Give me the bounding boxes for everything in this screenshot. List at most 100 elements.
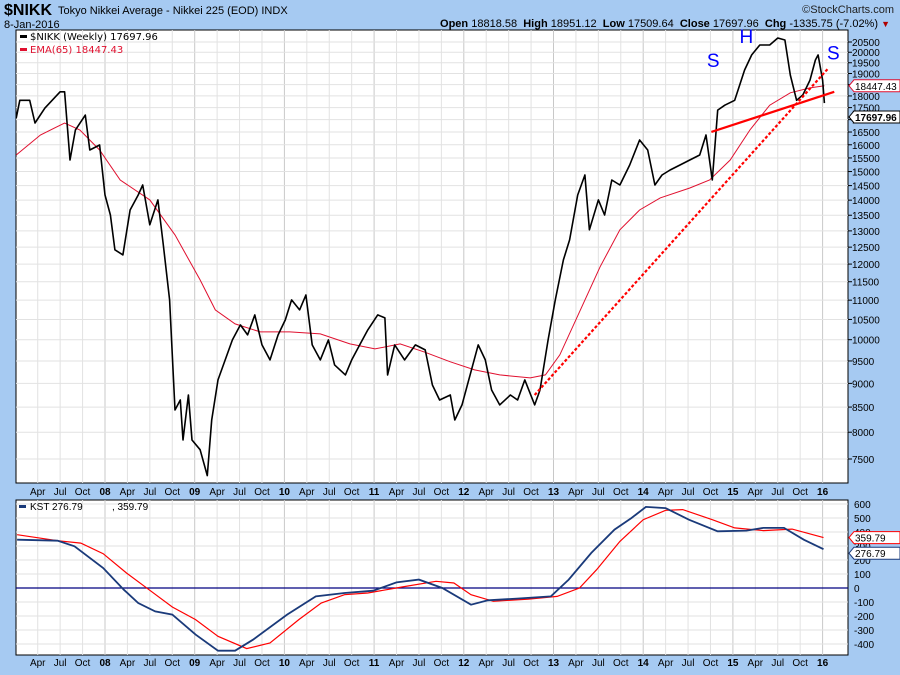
x-tick-label: Apr — [30, 658, 46, 669]
legend-kst-signal: , 359.79 — [112, 502, 149, 513]
x-tick-label: Apr — [568, 658, 584, 669]
x-tick-label: Apr — [209, 487, 225, 498]
kst-y-tick-label: -200 — [854, 612, 874, 623]
x-tick-label: Jul — [682, 658, 695, 669]
x-tick-label: Oct — [523, 487, 539, 498]
x-tick-label: Oct — [344, 658, 360, 669]
x-tick-label: 14 — [638, 487, 650, 498]
x-tick-label: 08 — [99, 658, 111, 669]
price-last-tag: 17697.96 — [855, 113, 897, 124]
y-tick-label: 20000 — [852, 48, 880, 59]
y-tick-label: 8000 — [852, 428, 875, 439]
stockchart: $NIKK Tokyo Nikkei Average - Nikkei 225 … — [0, 0, 900, 675]
x-tick-label: Jul — [771, 658, 784, 669]
kst-y-tick-label: -100 — [854, 598, 874, 609]
x-tick-label: Apr — [120, 487, 136, 498]
x-tick-label: 16 — [817, 658, 829, 669]
y-tick-label: 9500 — [852, 357, 875, 368]
x-tick-label: Oct — [613, 487, 629, 498]
x-tick-label: 12 — [458, 658, 470, 669]
kst-last-tag: 276.79 — [855, 549, 886, 560]
x-tick-label: 11 — [369, 658, 380, 669]
x-tick-label: Oct — [523, 658, 539, 669]
x-tick-label: Oct — [703, 487, 719, 498]
x-tick-label: 15 — [727, 487, 739, 498]
x-tick-label: Jul — [682, 487, 695, 498]
x-tick-label: 08 — [99, 487, 111, 498]
x-tick-label: Apr — [748, 487, 764, 498]
y-tick-label: 14500 — [852, 182, 880, 193]
legend-ema: EMA(65) 18447.43 — [30, 45, 123, 56]
x-tick-label: 13 — [548, 658, 560, 669]
x-tick-label: Jul — [502, 658, 515, 669]
y-tick-label: 8500 — [852, 403, 875, 414]
x-tick-label: Oct — [613, 658, 629, 669]
x-tick-label: Apr — [209, 658, 225, 669]
x-tick-label: Apr — [299, 658, 315, 669]
y-tick-label: 10500 — [852, 315, 880, 326]
x-tick-label: Jul — [233, 658, 246, 669]
kst-y-tick-label: 600 — [854, 500, 871, 511]
x-tick-label: 15 — [727, 658, 739, 669]
legend-swatch-kst — [19, 505, 26, 508]
x-tick-label: Oct — [344, 487, 360, 498]
kst-y-tick-label: 100 — [854, 570, 871, 581]
y-tick-label: 12000 — [852, 260, 880, 271]
x-tick-label: Apr — [658, 487, 674, 498]
legend-price: $NIKK (Weekly) 17697.96 — [30, 32, 158, 43]
y-tick-label: 13000 — [852, 227, 880, 238]
kst-signal-last-tag: 359.79 — [855, 534, 886, 545]
x-tick-label: Jul — [592, 487, 605, 498]
x-tick-label: Oct — [434, 487, 450, 498]
y-tick-label: 15000 — [852, 168, 880, 179]
x-tick-label: Apr — [478, 487, 494, 498]
x-tick-label: 11 — [369, 487, 380, 498]
x-tick-label: Jul — [54, 487, 67, 498]
x-tick-label: Oct — [75, 658, 91, 669]
x-tick-label: Oct — [434, 658, 450, 669]
x-tick-label: Oct — [164, 487, 180, 498]
x-tick-label: Jul — [592, 658, 605, 669]
y-tick-label: 15500 — [852, 154, 880, 165]
y-tick-label: 9000 — [852, 379, 875, 390]
kst-y-tick-label: -300 — [854, 626, 874, 637]
x-tick-label: Apr — [30, 487, 46, 498]
y-tick-label: 16000 — [852, 141, 880, 152]
pattern-label-S: S — [827, 44, 840, 65]
x-tick-label: Apr — [389, 487, 405, 498]
x-tick-label: Oct — [792, 658, 808, 669]
x-tick-label: Jul — [54, 658, 67, 669]
x-tick-label: Jul — [323, 658, 336, 669]
y-tick-label: 18000 — [852, 92, 880, 103]
x-tick-label: Oct — [703, 658, 719, 669]
x-tick-label: Jul — [771, 487, 784, 498]
kst-y-tick-label: 500 — [854, 514, 871, 525]
legend-kst: KST 276.79 — [30, 502, 83, 513]
x-tick-label: 14 — [638, 658, 650, 669]
x-tick-label: Apr — [748, 658, 764, 669]
x-tick-label: Apr — [568, 487, 584, 498]
legend-swatch-price — [20, 35, 27, 38]
x-tick-label: Apr — [658, 658, 674, 669]
y-tick-label: 11000 — [852, 296, 880, 307]
y-tick-label: 12500 — [852, 243, 880, 254]
x-tick-label: Jul — [502, 487, 515, 498]
x-tick-label: Oct — [75, 487, 91, 498]
pattern-label-H: H — [739, 27, 753, 48]
x-tick-label: 10 — [279, 658, 291, 669]
y-tick-label: 13500 — [852, 211, 880, 222]
x-tick-label: Jul — [143, 658, 156, 669]
x-tick-label: Jul — [143, 487, 156, 498]
x-tick-label: 13 — [548, 487, 560, 498]
x-tick-label: Oct — [164, 658, 180, 669]
y-tick-label: 19000 — [852, 70, 880, 81]
x-tick-label: 10 — [279, 487, 291, 498]
kst-y-tick-label: -400 — [854, 640, 874, 651]
kst-y-tick-label: 0 — [854, 584, 860, 595]
chart-canvas: Apr Apr Jul Jul Oct Oct 08 08 Apr Apr Jul Jul Oct Oct… — [15, 27, 900, 669]
legend-swatch-ema — [20, 48, 27, 51]
x-tick-label: 16 — [817, 487, 829, 498]
ema-last-tag: 18447.43 — [855, 82, 897, 93]
x-tick-label: 09 — [189, 658, 201, 669]
x-tick-label: Oct — [792, 487, 808, 498]
